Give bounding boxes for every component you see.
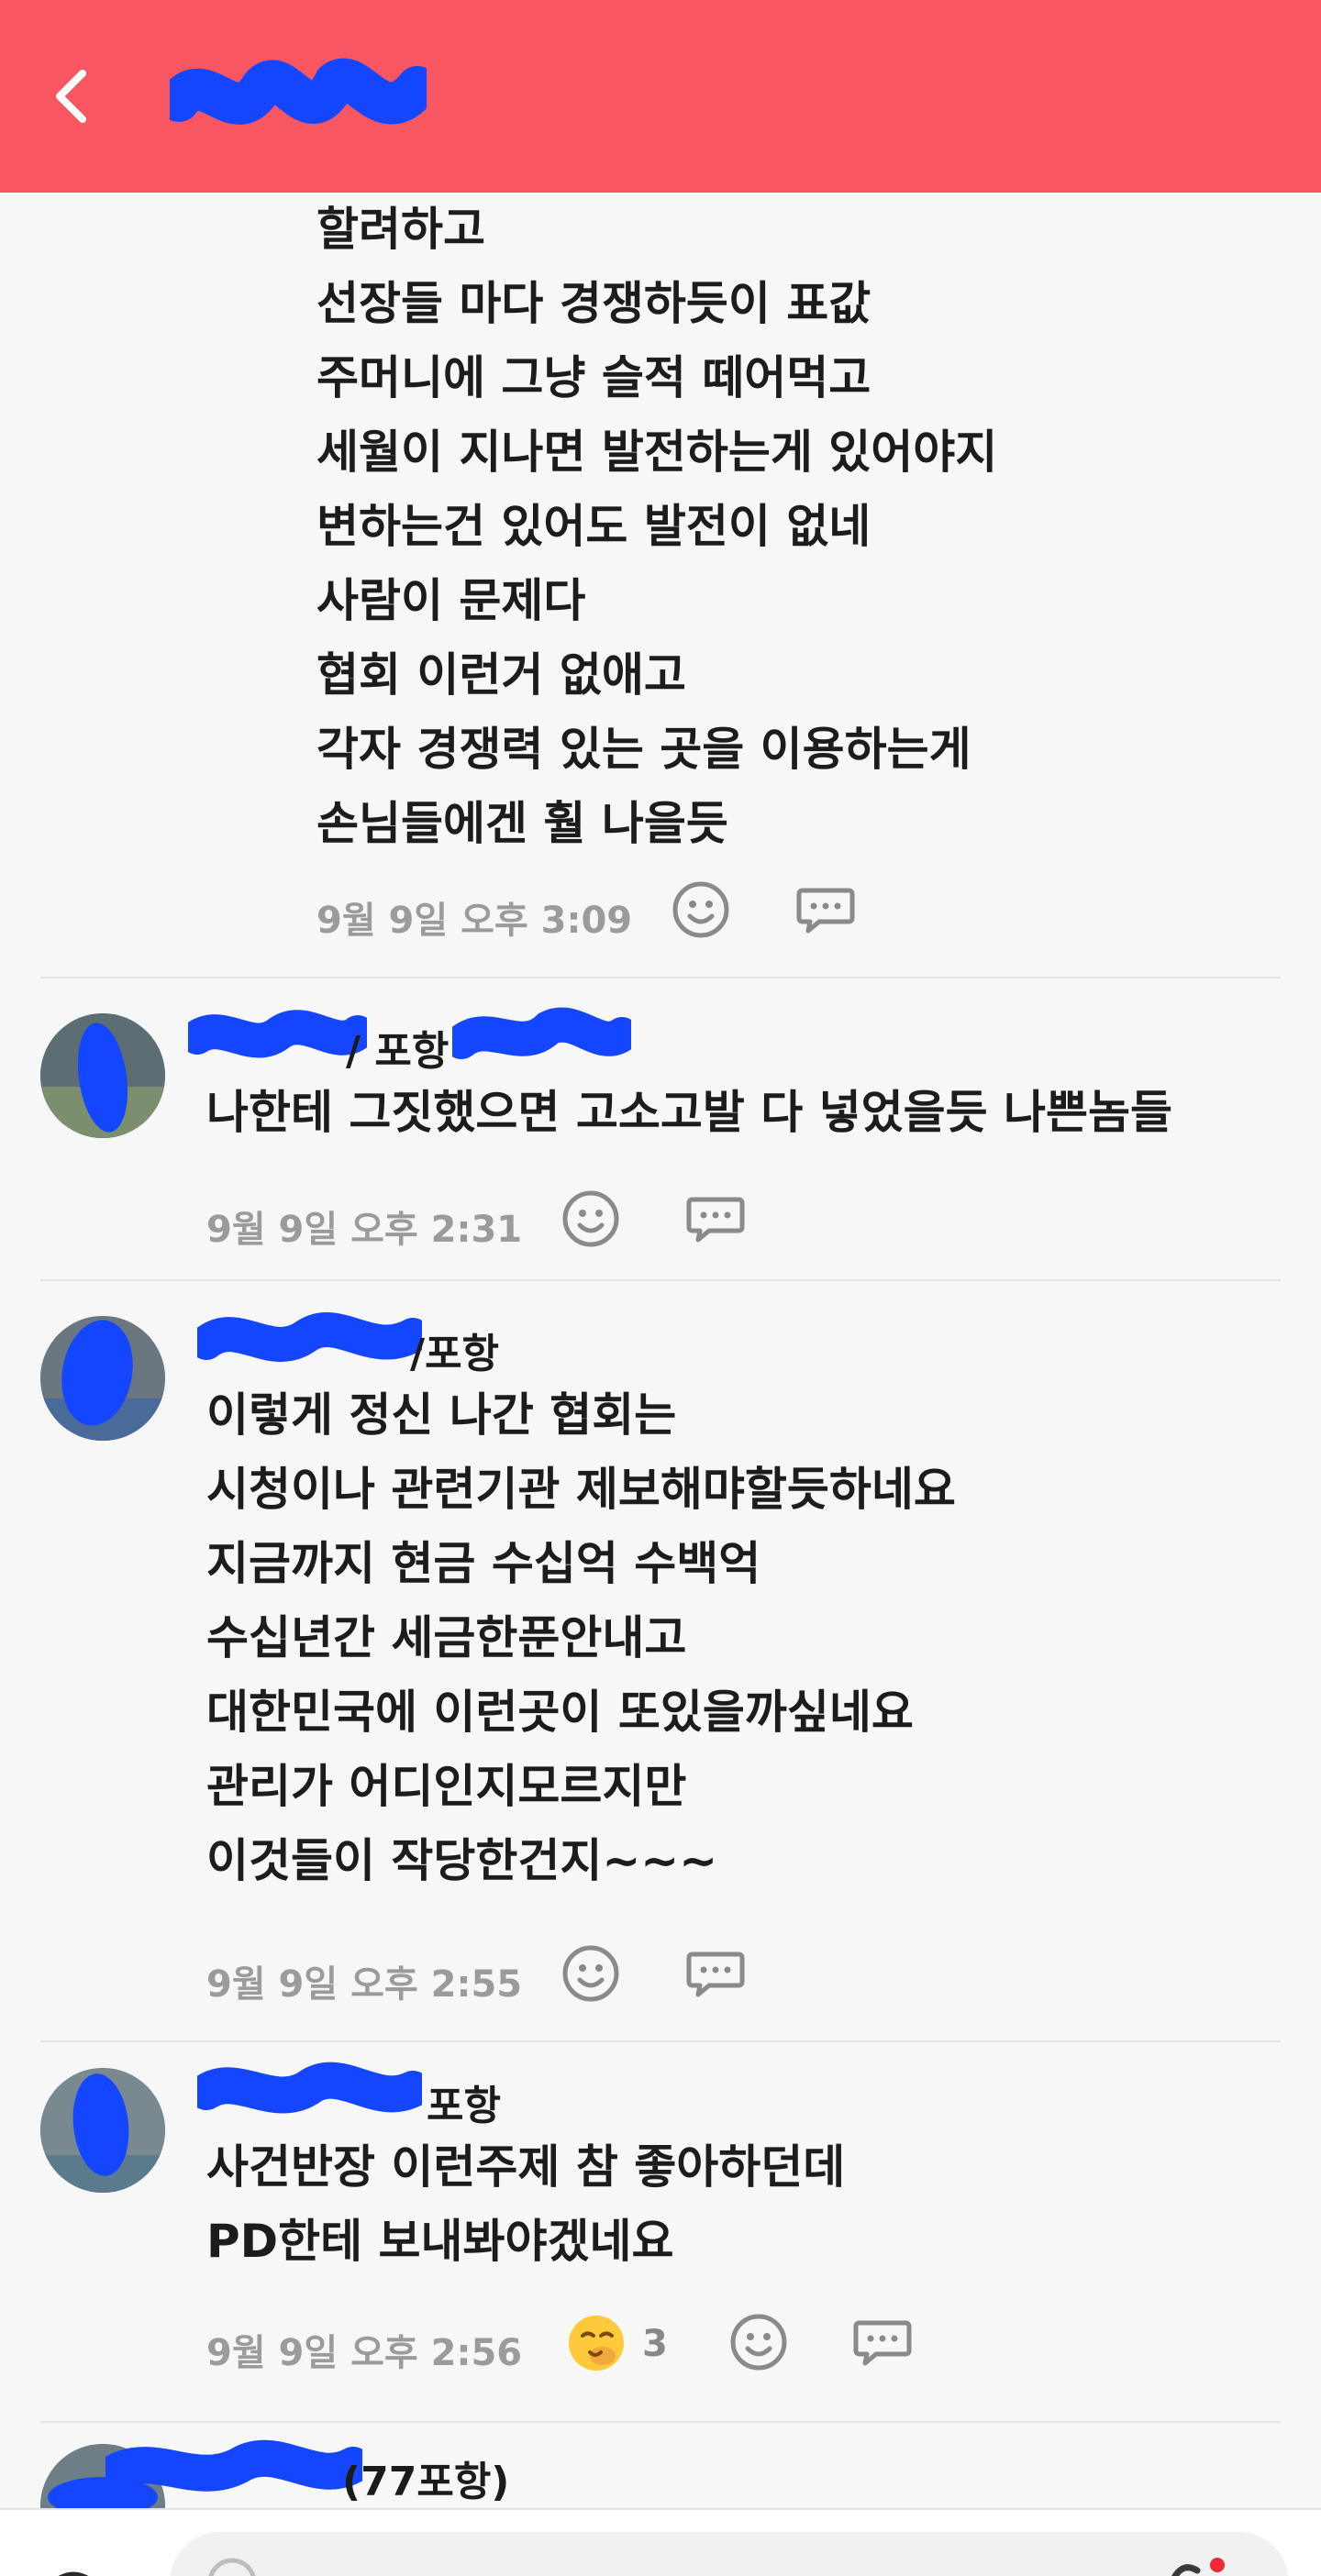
author-name: (77포항) (342, 2459, 510, 2505)
comment-list[interactable]: 할려하고 선장들 마다 경쟁하듯이 표값 주머니에 그냥 슬적 떼어먹고 세월이… (0, 193, 1321, 2508)
author-name: / 포항 (346, 1028, 450, 1075)
author-row[interactable]: / 포항 (188, 1007, 665, 1075)
avatar[interactable] (40, 1013, 165, 1138)
reply-button[interactable] (682, 1940, 749, 2007)
comment-line: 이렇게 정신 나간 협회는 (206, 1388, 677, 1442)
comment-line: 대한민국에 이런곳이 또있을까싶네요 (206, 1686, 914, 1739)
react-button[interactable] (557, 1185, 625, 1253)
react-button[interactable] (557, 1940, 625, 2007)
reaction-count: 3 (642, 2323, 668, 2365)
comment-line: 시청이나 관련기관 제보해먀할듯하네요 (206, 1463, 956, 1516)
comment-time: 9월 9일 오후 2:56 (206, 2332, 523, 2374)
reply-button[interactable] (849, 2308, 916, 2376)
speech-bubble-icon (686, 1197, 745, 1243)
avatar[interactable] (40, 2068, 165, 2193)
comment-line: 변하는건 있어도 발전이 없네 (316, 500, 871, 553)
avatar[interactable] (40, 1316, 165, 1441)
smiley-icon (562, 1190, 619, 1247)
author-name: 포항 (427, 2083, 501, 2129)
comment-line: 지금까지 현금 수십억 수백억 (206, 1537, 761, 1590)
comment-line: 손님들에겐 훨 나을듯 (316, 797, 728, 850)
comment-line: PD한테 보내봐야겠네요 (206, 2215, 674, 2268)
comment-time: 9월 9일 오후 2:55 (206, 1963, 523, 2006)
chevron-left-icon (56, 70, 86, 123)
comment-body: 사건반장 이런주제 참 좋아하던데 PD한테 보내봐야겠네요 (206, 2130, 845, 2279)
app-header (0, 0, 1321, 193)
comment-line: 나한테 그짓했으면 고소고발 다 넣었을듯 나쁜놈들 (206, 1086, 1173, 1139)
add-attachment-icon[interactable] (37, 2558, 110, 2576)
comment-line: 세월이 지나면 발전하는게 있어야지 (316, 426, 998, 479)
reply-button[interactable] (792, 876, 860, 944)
react-button[interactable] (667, 876, 735, 944)
redacted-name (197, 1312, 422, 1362)
author-row[interactable]: (77포항) (105, 2439, 665, 2505)
redacted-name (188, 1010, 367, 1058)
reply-button[interactable] (682, 1185, 749, 1253)
comment-input[interactable] (170, 2532, 1289, 2576)
smiley-icon (672, 881, 729, 938)
redacted-title (170, 58, 427, 125)
comment-time: 9월 9일 오후 3:09 (316, 900, 633, 942)
comment-meta: 9월 9일 오후 3:09 (316, 876, 959, 949)
redacted-name (105, 2439, 362, 2492)
speech-bubble-icon (796, 888, 855, 934)
comment-line: 각자 경쟁력 있는 곳을 이용하는게 (316, 723, 971, 776)
divider (40, 1279, 1281, 1281)
back-button[interactable] (37, 55, 110, 138)
comment-line: 주머니에 그냥 슬적 떼어먹고 (316, 351, 871, 404)
comment-line: 선장들 마다 경쟁하듯이 표값 (316, 277, 871, 330)
divider (40, 2421, 1281, 2423)
divider (40, 977, 1281, 978)
redacted-name (452, 1007, 631, 1059)
comment-line: 사건반장 이런주제 참 좋아하던데 (206, 2140, 846, 2194)
comment-meta: 9월 9일 오후 2:55 (206, 1940, 849, 2013)
comment-time: 9월 9일 오후 2:31 (206, 1209, 523, 1251)
comment-line: 할려하고 (316, 203, 485, 256)
speech-bubble-icon (853, 2320, 912, 2366)
reaction-emoji[interactable] (562, 2308, 630, 2376)
react-button[interactable] (725, 2308, 793, 2376)
comment-body: 나한테 그짓했으면 고소고발 다 넣었을듯 나쁜놈들 (206, 1076, 1172, 1150)
comment-line: 이것들이 작당한건지~~~ (206, 1834, 718, 1887)
author-name: /포항 (410, 1331, 500, 1377)
gif-icon[interactable] (1160, 2552, 1234, 2576)
comment-line: 사람이 문제다 (316, 574, 586, 627)
comment-meta: 9월 9일 오후 2:31 (206, 1185, 849, 1258)
comment-body: 이렇게 정신 나간 협회는 시청이나 관련기관 제보해먀할듯하네요 지금까지 현… (206, 1378, 956, 1898)
author-row[interactable]: 포항 (197, 2062, 665, 2129)
comment-line: 수십년간 세금한푼안내고 (206, 1611, 687, 1664)
divider (40, 2040, 1281, 2042)
comment-line: 협회 이런거 없애고 (316, 648, 686, 702)
author-row[interactable]: /포항 (197, 1312, 665, 1377)
comment-body: 할려하고 선장들 마다 경쟁하듯이 표값 주머니에 그냥 슬적 떼어먹고 세월이… (316, 193, 997, 861)
comment-meta: 9월 9일 오후 2:56 3 (206, 2308, 940, 2382)
redacted-name (197, 2062, 422, 2114)
emoji-icon[interactable] (205, 2555, 260, 2576)
comment-input-bar (0, 2508, 1321, 2576)
comment-line: 관리가 어디인지모르지만 (206, 1760, 687, 1813)
smiley-icon (562, 1945, 619, 2002)
salute-face-emoji (569, 2316, 624, 2371)
smiley-icon (730, 2314, 787, 2371)
speech-bubble-icon (686, 1951, 745, 1997)
